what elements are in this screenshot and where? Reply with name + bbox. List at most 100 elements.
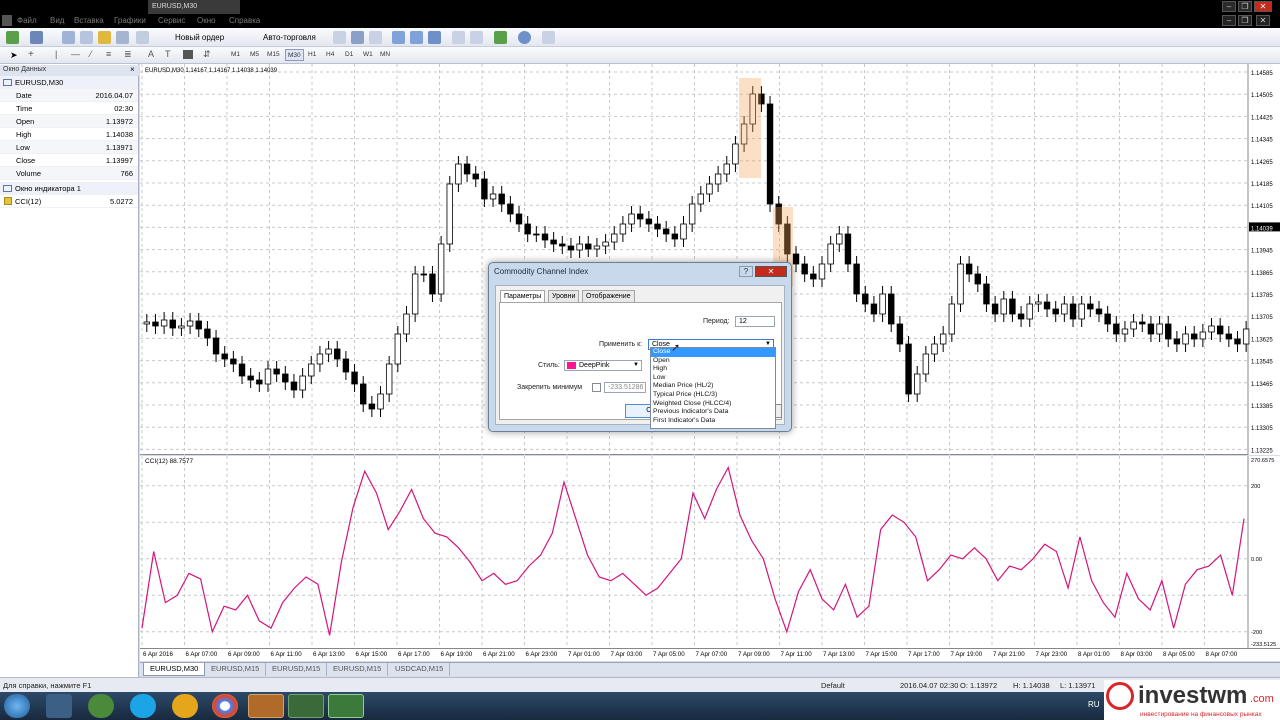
- option-typical-price[interactable]: Typical Price (HLC/3): [651, 391, 775, 400]
- candle-body: [299, 375, 306, 391]
- candle-body: [879, 293, 886, 315]
- menu-tools[interactable]: Сервис: [158, 16, 185, 25]
- autoscroll-icon[interactable]: [470, 31, 483, 44]
- start-button[interactable]: [4, 694, 30, 718]
- timeframe-m15[interactable]: M15: [265, 49, 282, 61]
- zoom-out-icon[interactable]: [410, 31, 423, 44]
- close-button[interactable]: ✕: [1254, 1, 1272, 12]
- terminal-icon[interactable]: [98, 31, 111, 44]
- minimize-button[interactable]: –: [1222, 1, 1236, 12]
- option-first-indicator[interactable]: First Indicator's Data: [651, 417, 775, 426]
- channel-icon[interactable]: ≡: [106, 49, 111, 59]
- restore-button[interactable]: ❐: [1238, 1, 1252, 12]
- text-icon[interactable]: A: [148, 49, 154, 59]
- chrome-icon[interactable]: [212, 694, 238, 718]
- timeframe-h1[interactable]: H1: [306, 49, 318, 61]
- tab-display[interactable]: Отображение: [582, 290, 635, 302]
- timeframe-m5[interactable]: M5: [248, 49, 261, 61]
- child-close-button[interactable]: ✕: [1256, 15, 1270, 26]
- option-open[interactable]: Open: [651, 357, 775, 366]
- metaeditor-icon[interactable]: [136, 31, 149, 44]
- menu-insert[interactable]: Вставка: [74, 16, 104, 25]
- child-minimize-button[interactable]: –: [1222, 15, 1236, 26]
- rectangle-icon[interactable]: [183, 50, 193, 59]
- menu-window[interactable]: Окно: [197, 16, 216, 25]
- candle-body: [818, 263, 826, 280]
- document-tab[interactable]: EURUSD,M30: [148, 0, 240, 14]
- period-input[interactable]: 12: [735, 316, 775, 327]
- child-restore-button[interactable]: ❐: [1238, 15, 1252, 26]
- horizontal-line-icon[interactable]: —: [71, 49, 80, 59]
- new-chart-icon[interactable]: [6, 31, 19, 44]
- tab-eurusd-m15[interactable]: EURUSD,M15: [266, 663, 328, 676]
- menu-view[interactable]: Вид: [50, 16, 64, 25]
- arrows-icon[interactable]: ⇵: [203, 49, 211, 60]
- option-previous-indicator[interactable]: Previous Indicator's Data: [651, 408, 775, 417]
- candle-body: [1017, 313, 1025, 320]
- time-label: 8 Apr 01:00: [1078, 651, 1110, 658]
- camtasia-icon[interactable]: [288, 694, 324, 718]
- utorrent-icon[interactable]: [88, 694, 114, 718]
- language-indicator[interactable]: RU: [1088, 700, 1100, 709]
- trendline-icon[interactable]: ⁄: [90, 49, 92, 59]
- new-order-button[interactable]: Новый ордер: [160, 31, 224, 44]
- app-task-icon[interactable]: [248, 694, 284, 718]
- apply-to-label: Применить к:: [599, 341, 643, 348]
- option-median-price[interactable]: Median Price (HL/2): [651, 382, 775, 391]
- tab-eurusd-m15[interactable]: EURUSD,M15: [327, 663, 389, 676]
- tab-eurusd-m30[interactable]: EURUSD,M30: [143, 663, 206, 676]
- periods-icon[interactable]: [518, 31, 531, 44]
- chart-shift-icon[interactable]: [452, 31, 465, 44]
- tile-windows-icon[interactable]: [428, 31, 441, 44]
- skype-icon[interactable]: [130, 694, 156, 718]
- option-high[interactable]: High: [651, 365, 775, 374]
- timeframe-mn[interactable]: MN: [378, 49, 392, 61]
- navigator-icon[interactable]: [80, 31, 93, 44]
- tab-eurusd-m15[interactable]: EURUSD,M15: [205, 663, 267, 676]
- bar-chart-icon[interactable]: [333, 31, 346, 44]
- timeframe-h4[interactable]: H4: [324, 49, 336, 61]
- strategy-tester-icon[interactable]: [116, 31, 129, 44]
- timeframe-d1[interactable]: D1: [343, 49, 355, 61]
- market-watch-icon[interactable]: [62, 31, 75, 44]
- menu-charts[interactable]: Графики: [114, 16, 146, 25]
- auto-trading-button[interactable]: Авто-торговля: [248, 31, 316, 44]
- zoom-in-icon[interactable]: [392, 31, 405, 44]
- menu-help[interactable]: Справка: [229, 16, 260, 25]
- profiles-icon[interactable]: [30, 31, 43, 44]
- help-button[interactable]: ?: [739, 266, 753, 277]
- option-weighted-close[interactable]: Weighted Close (HLCC/4): [651, 400, 775, 409]
- candle-body: [264, 368, 272, 385]
- dialog-close-button[interactable]: ✕: [755, 266, 787, 277]
- indicators-icon[interactable]: [494, 31, 507, 44]
- terminal-task-icon[interactable]: [328, 694, 364, 718]
- menu-file[interactable]: Файл: [17, 16, 37, 25]
- close-icon[interactable]: ×: [130, 65, 135, 74]
- price-label: 1.14345: [1251, 138, 1273, 144]
- symbol-row: EURUSD,M30: [0, 76, 138, 89]
- fibonacci-icon[interactable]: ≣: [124, 49, 132, 60]
- timeframe-m30[interactable]: M30: [285, 49, 304, 61]
- vertical-line-icon[interactable]: |: [55, 49, 57, 59]
- templates-icon[interactable]: [542, 31, 555, 44]
- style-select[interactable]: DeepPink ▼: [564, 360, 642, 371]
- candle-body: [463, 163, 471, 175]
- candlestick-icon[interactable]: [351, 31, 364, 44]
- candle-body: [905, 343, 912, 395]
- cursor-icon[interactable]: ➤: [10, 50, 18, 61]
- option-close[interactable]: Close: [651, 348, 775, 357]
- tab-levels[interactable]: Уровни: [548, 290, 580, 302]
- timeframe-w1[interactable]: W1: [361, 49, 375, 61]
- crosshair-icon[interactable]: +: [28, 49, 34, 60]
- option-low[interactable]: Low: [651, 374, 775, 383]
- aimp-icon[interactable]: [172, 694, 198, 718]
- tab-usdcad-m15[interactable]: USDCAD,M15: [389, 663, 451, 676]
- cci-chart[interactable]: 270.6575 200 0.00 -200 -233.5125 CCI(12) 88.…: [140, 456, 1280, 648]
- text-label-icon[interactable]: T: [165, 49, 171, 59]
- candle-body: [152, 321, 159, 327]
- explorer-icon[interactable]: [46, 694, 72, 718]
- fix-minimum-checkbox[interactable]: [592, 383, 601, 392]
- line-chart-icon[interactable]: [369, 31, 382, 44]
- timeframe-m1[interactable]: M1: [229, 49, 242, 61]
- fix-minimum-input[interactable]: -233.51286: [604, 382, 646, 393]
